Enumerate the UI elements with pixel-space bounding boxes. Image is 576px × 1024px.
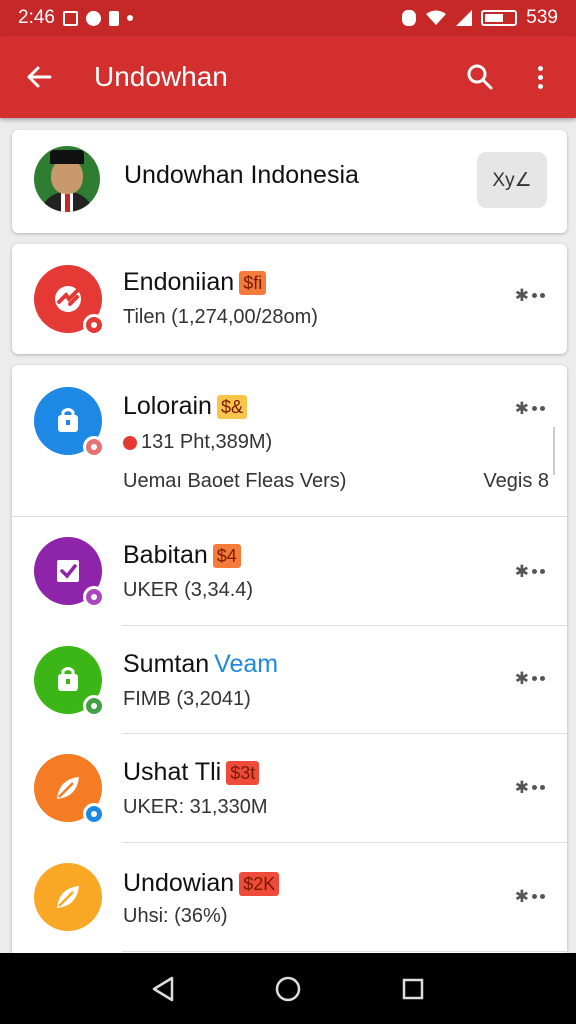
status-badge bbox=[83, 586, 105, 608]
row-menu-button[interactable]: ✱ bbox=[501, 772, 545, 802]
nav-recents-button[interactable] bbox=[383, 959, 443, 1019]
list-item[interactable]: Babitan $4 UKER (3,34.4) ✱ bbox=[12, 517, 567, 626]
profile-action-button[interactable]: Xy∠ bbox=[477, 152, 547, 208]
battery-text: 539 bbox=[526, 7, 558, 28]
row-menu-button[interactable]: ✱ bbox=[501, 663, 545, 693]
status-badge bbox=[83, 695, 105, 717]
item-subtitle: Uhsi: (36%) bbox=[123, 905, 228, 927]
circle-icon bbox=[85, 10, 101, 26]
list-item[interactable]: Sumtan Veam FIMB (3,2041) ✱ bbox=[12, 626, 567, 734]
list-item[interactable]: Lolorain $& 131 Pht,389M) Uemaı Baoet Fl… bbox=[12, 365, 567, 517]
refresh-icon bbox=[34, 265, 105, 336]
item-detail: Uemaı Baoet Fleas Vers) bbox=[123, 470, 347, 492]
item-subtitle: UKER: 31,330M bbox=[123, 796, 268, 818]
nav-home-button[interactable] bbox=[258, 959, 318, 1019]
row-menu-button[interactable]: ✱ bbox=[501, 280, 545, 310]
item-name-suffix: Veam bbox=[214, 650, 279, 678]
star-icon: ✱ bbox=[514, 561, 529, 581]
item-name: Endoniian bbox=[123, 268, 235, 296]
item-name: Sumtan bbox=[123, 650, 210, 678]
status-bar: 2:46 539 bbox=[0, 0, 576, 36]
battery-icon bbox=[481, 10, 518, 26]
alarm-icon bbox=[402, 10, 417, 26]
arrow-left-icon bbox=[27, 66, 52, 88]
price-badge: $2K bbox=[239, 871, 280, 896]
item-name: Ushat Tli bbox=[123, 758, 222, 786]
price-badge: $& bbox=[216, 394, 247, 419]
profile-card[interactable]: Undowhan Indonesia Xy∠ bbox=[12, 130, 567, 233]
list-item[interactable]: Undowian $2K Uhsi: (36%) ✱ bbox=[12, 843, 567, 952]
item-subtitle: 131 Pht,389M) bbox=[141, 431, 273, 453]
price-badge: $3t bbox=[226, 760, 260, 785]
wifi-icon bbox=[426, 10, 447, 25]
card-icon bbox=[108, 10, 119, 26]
more-vertical-icon bbox=[537, 65, 543, 89]
item-subtitle: FIMB (3,2041) bbox=[123, 688, 251, 710]
nav-home-icon bbox=[275, 976, 301, 1001]
navigation-bar bbox=[0, 953, 576, 1024]
price-badge: $4 bbox=[212, 543, 241, 568]
dot-icon bbox=[126, 15, 133, 21]
more-button[interactable] bbox=[510, 36, 570, 118]
list-item[interactable]: Ushat Tli $3t UKER: 31,330M ✱ bbox=[12, 734, 567, 843]
star-icon: ✱ bbox=[514, 777, 529, 797]
signal-icon bbox=[456, 10, 473, 26]
status-badge bbox=[83, 803, 105, 825]
nav-back-button[interactable] bbox=[133, 959, 193, 1019]
leaf-icon bbox=[34, 863, 102, 931]
item-detail-right: Vegis 8 bbox=[483, 470, 549, 492]
list-item[interactable]: Endoniian $fi Tilen (1,274,00/28om) ✱ bbox=[12, 244, 567, 354]
red-dot-icon bbox=[123, 435, 137, 450]
item-subtitle: UKER (3,34.4) bbox=[123, 579, 254, 601]
star-icon: ✱ bbox=[514, 398, 529, 418]
item-name: Lolorain bbox=[123, 392, 212, 420]
item-name: Undowian bbox=[123, 869, 235, 897]
row-menu-button[interactable]: ✱ bbox=[501, 393, 545, 423]
star-icon: ✱ bbox=[514, 668, 529, 688]
row-menu-button[interactable]: ✱ bbox=[501, 556, 545, 586]
star-icon: ✱ bbox=[514, 285, 529, 305]
gallery-icon bbox=[62, 10, 78, 26]
bag-icon bbox=[34, 646, 105, 717]
scrollbar[interactable] bbox=[553, 427, 555, 475]
row-menu-button[interactable]: ✱ bbox=[501, 881, 545, 911]
bag-icon bbox=[34, 387, 105, 458]
status-badge bbox=[83, 314, 105, 336]
status-badge bbox=[83, 436, 105, 458]
item-name: Babitan bbox=[123, 541, 208, 569]
check-square-icon bbox=[34, 537, 105, 608]
nav-recents-icon bbox=[403, 978, 424, 999]
app-list: Lolorain $& 131 Pht,389M) Uemaı Baoet Fl… bbox=[12, 365, 567, 965]
price-badge: $fi bbox=[239, 270, 267, 295]
search-button[interactable] bbox=[450, 36, 510, 118]
avatar bbox=[34, 146, 100, 212]
status-time: 2:46 bbox=[18, 7, 55, 28]
leaf-icon bbox=[34, 754, 105, 825]
page-title: Undowhan bbox=[94, 61, 228, 92]
app-bar: Undowhan bbox=[0, 36, 576, 118]
item-subtitle: Tilen (1,274,00/28om) bbox=[123, 306, 318, 328]
star-icon: ✱ bbox=[514, 886, 529, 906]
profile-title: Undowhan Indonesia bbox=[124, 161, 359, 189]
nav-back-icon bbox=[152, 976, 173, 1001]
back-button[interactable] bbox=[0, 36, 78, 118]
search-icon bbox=[467, 64, 493, 90]
